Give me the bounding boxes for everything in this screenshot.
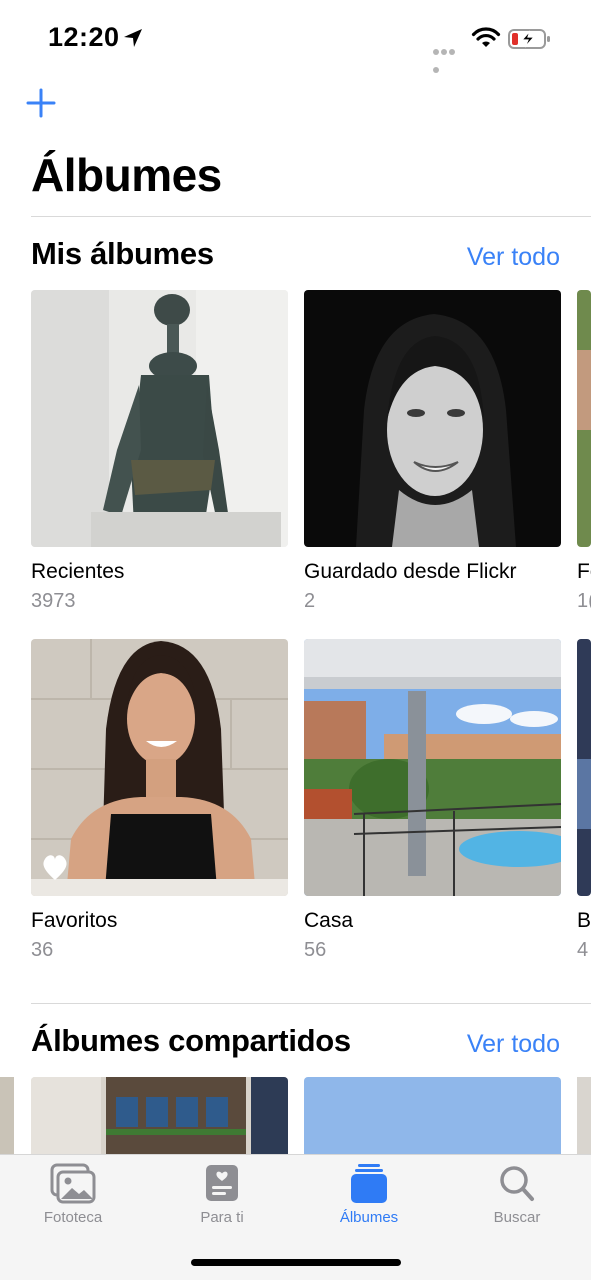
home-indicator bbox=[191, 1259, 401, 1266]
add-album-button[interactable] bbox=[24, 86, 58, 120]
album-count: 56 bbox=[304, 939, 327, 961]
album-guardado-desde-flickr[interactable]: Guardado desde Flickr 2 bbox=[304, 290, 561, 613]
divider bbox=[31, 1003, 591, 1004]
search-icon bbox=[500, 1166, 534, 1201]
shared-album-partial-left[interactable] bbox=[0, 1077, 14, 1155]
tab-albumes[interactable]: Álbumes bbox=[309, 1163, 429, 1226]
album-name: B bbox=[577, 909, 591, 932]
album-recientes[interactable]: Recientes 3973 bbox=[31, 290, 288, 613]
album-name: Recientes bbox=[31, 560, 125, 583]
album-count: 1( bbox=[577, 590, 591, 612]
page-title: Álbumes bbox=[31, 149, 222, 201]
album-count: 3973 bbox=[31, 590, 76, 612]
status-bar: 12:20 bbox=[0, 0, 591, 80]
albums-icon bbox=[351, 1164, 387, 1203]
album-name: Fo bbox=[577, 560, 591, 583]
album-thumbnail bbox=[577, 290, 591, 547]
divider bbox=[31, 216, 591, 217]
status-time: 12:20 bbox=[48, 22, 120, 52]
tab-para-ti[interactable]: Para ti bbox=[162, 1163, 282, 1226]
album-name: Casa bbox=[304, 909, 354, 932]
battery-charging-icon bbox=[508, 29, 550, 49]
album-partial-row1[interactable]: Fo 1( bbox=[577, 290, 591, 613]
tab-label: Fototeca bbox=[43, 1209, 103, 1226]
album-count: 36 bbox=[31, 939, 54, 961]
tab-label: Buscar bbox=[493, 1209, 541, 1226]
album-count: 4 bbox=[577, 939, 589, 961]
shared-album-1[interactable] bbox=[31, 1077, 288, 1155]
album-thumbnail bbox=[304, 639, 561, 896]
my-albums-see-all-link[interactable]: Ver todo bbox=[467, 243, 560, 272]
album-casa[interactable]: Casa 56 bbox=[304, 639, 561, 962]
cellular-signal-icon bbox=[433, 42, 463, 73]
tab-label: Álbumes bbox=[339, 1209, 399, 1226]
shared-album-partial-right[interactable] bbox=[577, 1077, 591, 1155]
album-thumbnail bbox=[577, 639, 591, 896]
shared-album-2[interactable] bbox=[304, 1077, 561, 1155]
my-albums-title: Mis álbumes bbox=[31, 236, 214, 271]
album-thumbnail bbox=[304, 290, 561, 547]
shared-albums-title: Álbumes compartidos bbox=[31, 1023, 351, 1058]
location-arrow-icon bbox=[124, 29, 142, 47]
tab-fototeca[interactable]: Fototeca bbox=[13, 1163, 133, 1226]
album-thumbnail bbox=[31, 639, 288, 896]
for-you-icon bbox=[206, 1165, 238, 1201]
photo-library-icon bbox=[50, 1163, 96, 1204]
album-thumbnail bbox=[31, 290, 288, 547]
wifi-icon bbox=[471, 27, 501, 47]
album-partial-row2[interactable]: B 4 bbox=[577, 639, 591, 962]
tab-label: Para ti bbox=[200, 1209, 244, 1226]
shared-albums-see-all-link[interactable]: Ver todo bbox=[467, 1030, 560, 1059]
album-name: Guardado desde Flickr bbox=[304, 560, 517, 583]
album-name: Favoritos bbox=[31, 909, 118, 932]
tab-buscar[interactable]: Buscar bbox=[457, 1163, 577, 1226]
album-count: 2 bbox=[304, 590, 316, 612]
album-favoritos[interactable]: Favoritos 36 bbox=[31, 639, 288, 962]
